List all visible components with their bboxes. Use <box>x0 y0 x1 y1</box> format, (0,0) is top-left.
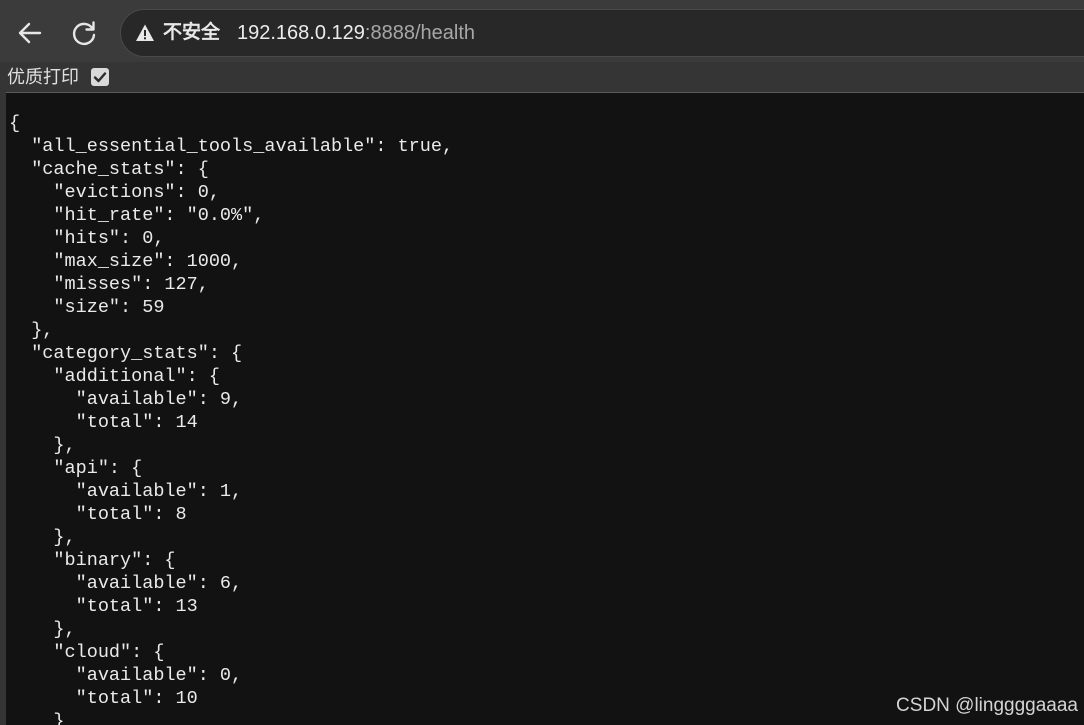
json-line: "cloud": { <box>9 642 165 663</box>
checkmark-icon <box>93 72 107 83</box>
json-line: "available": 6, <box>9 573 243 594</box>
json-line: "total": 13 <box>9 596 198 617</box>
json-line: }, <box>9 320 54 341</box>
json-line: "available": 9, <box>9 389 243 410</box>
address-bar[interactable]: 不安全 192.168.0.129:8888/health <box>120 9 1084 57</box>
json-line: "additional": { <box>9 366 220 387</box>
json-line: "misses": 127, <box>9 274 209 295</box>
json-line: { <box>9 113 21 134</box>
json-line: "binary": { <box>9 550 176 571</box>
json-line: }, <box>9 435 76 456</box>
url-path: :8888/health <box>364 22 476 44</box>
json-line: "all_essential_tools_available": true, <box>9 136 454 157</box>
back-arrow-icon <box>18 22 42 44</box>
json-line: "category_stats": { <box>9 343 243 364</box>
json-line: "evictions": 0, <box>9 182 220 203</box>
browser-toolbar: 不安全 192.168.0.129:8888/health <box>0 0 1084 62</box>
reload-icon <box>72 21 96 46</box>
watermark: CSDN @linggggaaaa <box>896 695 1078 716</box>
url-host: 192.168.0.129 <box>237 22 365 44</box>
json-line: "max_size": 1000, <box>9 251 243 272</box>
json-line: "available": 0, <box>9 665 243 686</box>
json-line: "total": 14 <box>9 412 198 433</box>
back-button[interactable] <box>10 13 50 53</box>
json-line: "api": { <box>9 458 143 479</box>
json-viewer: { "all_essential_tools_available": true,… <box>6 92 1084 725</box>
json-line: }, <box>9 527 76 548</box>
pretty-print-bar: 优质打印 <box>0 62 1084 92</box>
security-status-label[interactable]: 不安全 <box>163 21 220 45</box>
reload-button[interactable] <box>64 13 104 53</box>
json-line: "total": 8 <box>9 504 187 525</box>
json-line: "cache_stats": { <box>9 159 209 180</box>
json-line: } <box>9 711 65 725</box>
pretty-print-label: 优质打印 <box>7 67 79 87</box>
json-line: }, <box>9 619 76 640</box>
json-line: "hits": 0, <box>9 228 165 249</box>
json-line: "size": 59 <box>9 297 165 318</box>
json-line: "available": 1, <box>9 481 243 502</box>
url-text[interactable]: 192.168.0.129:8888/health <box>237 21 475 45</box>
json-line: "hit_rate": "0.0%", <box>9 205 265 226</box>
warning-triangle-icon[interactable] <box>135 23 155 43</box>
pretty-print-checkbox[interactable] <box>91 68 109 86</box>
json-content: { "all_essential_tools_available": true,… <box>9 112 453 725</box>
json-line: "total": 10 <box>9 688 198 709</box>
